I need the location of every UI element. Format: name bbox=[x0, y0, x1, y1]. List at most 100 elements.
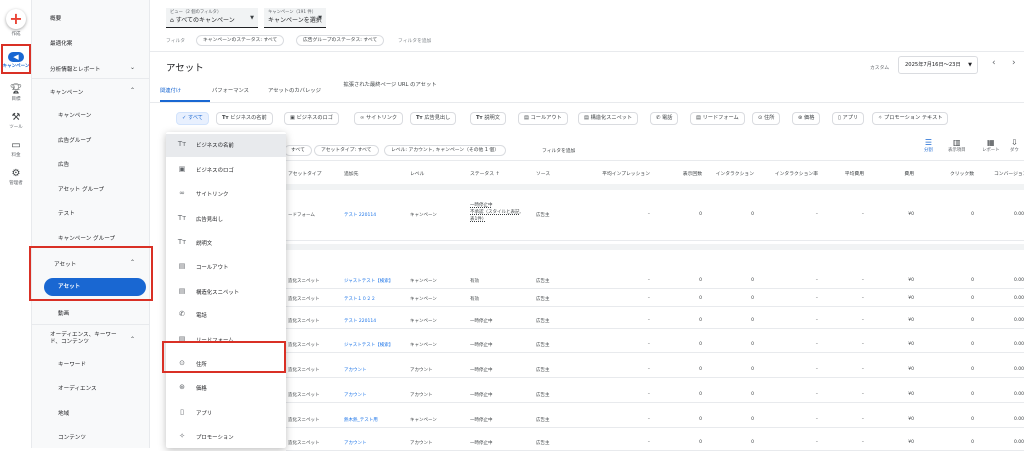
sidebar-item-video[interactable]: 動画 bbox=[58, 309, 69, 317]
next-period-button[interactable]: › bbox=[1012, 58, 1016, 68]
sidebar-item-campaigns[interactable]: キャンペーン bbox=[58, 111, 91, 119]
asset-type-chip-logo[interactable]: ▣ ビジネスのロゴ bbox=[284, 112, 339, 125]
filter-chip-asset-type[interactable]: アセットタイプ: すべて bbox=[314, 145, 379, 156]
table-cell-target[interactable]: テスト 220114 bbox=[344, 318, 376, 324]
asset-type-chip-headline[interactable]: Tт 広告見出し bbox=[410, 112, 457, 125]
tab-performance[interactable]: パフォーマンス bbox=[212, 86, 249, 94]
column-header[interactable]: アセットタイプ bbox=[288, 170, 321, 177]
column-header[interactable]: 表示回数 bbox=[656, 170, 702, 177]
menu-item[interactable]: Tт ビジネスの名前 bbox=[166, 134, 286, 157]
sidebar-item-ads[interactable]: 広告 bbox=[58, 160, 69, 168]
sidebar-item-locations[interactable]: 地域 bbox=[58, 409, 69, 417]
sidebar-item-test[interactable]: テスト bbox=[58, 209, 75, 217]
sidebar-item-audiences[interactable]: オーディエンス bbox=[58, 384, 97, 392]
create-button[interactable]: + bbox=[6, 9, 26, 29]
menu-item[interactable]: Tт 広告見出し bbox=[166, 208, 286, 231]
asset-type-chip-promotion[interactable]: ✧ プロモーション テキスト bbox=[872, 112, 949, 125]
table-cell-target[interactable]: アカウント bbox=[344, 392, 367, 398]
table-cell-target[interactable]: ジャストテスト【検索】 bbox=[344, 278, 393, 284]
column-header[interactable]: クリック数 bbox=[934, 170, 974, 177]
sidebar-item-ad-groups[interactable]: 広告グループ bbox=[58, 136, 91, 144]
table-cell-source: 広告主 bbox=[536, 393, 550, 398]
chevron-up-icon[interactable]: ⌃ bbox=[130, 87, 135, 94]
chevron-down-icon[interactable]: ⌄ bbox=[130, 64, 135, 71]
segment-button[interactable]: ☰ 分割 bbox=[924, 138, 933, 153]
menu-item[interactable]: Tт 説明文 bbox=[166, 232, 286, 255]
menu-item[interactable]: ✆ 電話 bbox=[166, 304, 286, 327]
table-cell-target[interactable]: アカウント bbox=[344, 440, 367, 446]
table-cell-target[interactable]: 熱木熱_テスト用 bbox=[344, 417, 378, 423]
table-cell-type: 造化スニペット bbox=[288, 343, 320, 348]
column-header[interactable]: ステータス ↑ bbox=[470, 170, 500, 177]
sidebar-item-overview[interactable]: 概要 bbox=[50, 14, 61, 22]
asset-type-chip-description[interactable]: Tт 説明文 bbox=[470, 112, 506, 125]
rail-goals[interactable]: 🏆︎ 目標 bbox=[0, 84, 32, 102]
tab-final-url-assets[interactable]: 拡張された最終ページ URL のアセット bbox=[342, 82, 438, 89]
tab-associations[interactable]: 関連付け bbox=[160, 86, 181, 94]
asset-type-chip-all[interactable]: ✓ すべて bbox=[176, 112, 209, 125]
table-cell-target[interactable]: テスト 220114 bbox=[344, 212, 376, 218]
sidebar-item-recommendations[interactable]: 最適化案 bbox=[50, 39, 72, 47]
asset-type-chip-lead-form[interactable]: ▤ リードフォーム bbox=[690, 112, 745, 125]
table-cell-target[interactable]: テスト１０２２ bbox=[344, 296, 376, 302]
sidebar-item-asset-groups[interactable]: アセット グループ bbox=[58, 185, 104, 193]
campaign-dropdown[interactable]: キャンペーン（191 件） キャンペーンを選択 ▼ bbox=[264, 8, 326, 28]
menu-item[interactable]: ∞ サイトリンク bbox=[166, 183, 286, 206]
column-header[interactable]: コンバージョン bbox=[994, 170, 1024, 177]
column-header[interactable]: インタラクション bbox=[706, 170, 754, 177]
menu-item-label: 価格 bbox=[196, 386, 207, 392]
sidebar-group-campaigns[interactable]: キャンペーン bbox=[50, 88, 83, 96]
asset-type-chip-business-name[interactable]: Tт ビジネスの名前 bbox=[216, 112, 273, 125]
menu-item[interactable]: ▯ アプリ bbox=[166, 402, 286, 425]
chevron-up-icon[interactable]: ⌃ bbox=[130, 336, 135, 343]
tab-asset-coverage[interactable]: アセットのカバレッジ bbox=[268, 86, 321, 94]
reports-button[interactable]: ▦ レポート bbox=[982, 138, 1000, 153]
sidebar-item-content[interactable]: コンテンツ bbox=[58, 433, 86, 441]
add-filter-link[interactable]: フィルタを追加 bbox=[398, 37, 431, 44]
column-header[interactable]: 平均インプレッション bbox=[588, 170, 650, 177]
column-header[interactable]: ソース bbox=[536, 170, 550, 177]
sidebar-item-campaign-groups[interactable]: キャンペーン グループ bbox=[58, 234, 115, 242]
sidebar-group-audiences[interactable]: オーディエンス、キーワード、コンテンツ bbox=[50, 332, 126, 346]
menu-item[interactable]: ▤ コールアウト bbox=[166, 256, 286, 279]
filter-chip-level[interactable]: レベル: アカウント, キャンペーン（その他 1 個） bbox=[384, 145, 506, 156]
column-header[interactable]: レベル bbox=[410, 170, 424, 177]
sidebar-item-insights[interactable]: 分析情報とレポート bbox=[50, 65, 100, 73]
chip-label: 広告見出し bbox=[424, 115, 451, 121]
table-cell-status: 一時停止中 bbox=[470, 368, 493, 373]
campaign-status-chip[interactable]: キャンペーンのステータス: すべて bbox=[196, 35, 285, 46]
asset-type-chip-snippet[interactable]: ▤ 構造化スニペット bbox=[578, 112, 639, 125]
previous-period-button[interactable]: ‹ bbox=[992, 58, 996, 68]
asset-type-chip-price[interactable]: ⊛ 価格 bbox=[792, 112, 821, 125]
column-header[interactable]: 費用 bbox=[888, 170, 914, 177]
sidebar-item-keywords[interactable]: キーワード bbox=[58, 360, 86, 368]
menu-item[interactable]: ✧ プロモーション bbox=[166, 426, 286, 449]
asset-type-chip-sitelink[interactable]: ∞ サイトリンク bbox=[354, 112, 404, 125]
column-header[interactable]: 追加先 bbox=[344, 170, 358, 177]
column-header[interactable]: 平均費用 bbox=[824, 170, 864, 177]
menu-item[interactable]: ▤ 構造化スニペット bbox=[166, 281, 286, 304]
menu-item[interactable]: ⊛ 価格 bbox=[166, 377, 286, 400]
asset-type-chip-app[interactable]: ▯ アプリ bbox=[832, 112, 865, 125]
table-cell-target[interactable]: アカウント bbox=[344, 367, 367, 373]
rail-admin[interactable]: ⚙ 管理者 bbox=[0, 168, 32, 186]
asset-type-chip-location[interactable]: ⊙ 住所 bbox=[752, 112, 781, 125]
view-dropdown[interactable]: ビュー（2 個のフィルタ） ⌂ すべてのキャンペーン ▼ bbox=[166, 8, 258, 28]
asset-type-chip-callout[interactable]: ▤ コールアウト bbox=[518, 112, 568, 125]
divider bbox=[150, 102, 1024, 103]
filter-chip-all[interactable]: すべて bbox=[284, 145, 312, 156]
adgroup-status-chip[interactable]: 広告グループのステータス: すべて bbox=[296, 35, 385, 46]
rail-billing[interactable]: ▭ 料金 bbox=[0, 140, 32, 158]
table-cell-clicks: 0 bbox=[971, 367, 974, 372]
asset-type-chip-phone[interactable]: ✆ 電話 bbox=[650, 112, 679, 125]
date-range-picker[interactable]: 2025年7月16日～23日 ▼ bbox=[898, 56, 978, 74]
columns-button[interactable]: ▥ 表示項目 bbox=[948, 138, 966, 153]
chip-label: 価格 bbox=[804, 115, 815, 121]
rail-tools[interactable]: ⚒ ツール bbox=[0, 112, 32, 130]
column-header[interactable]: インタラクション率 bbox=[758, 170, 818, 177]
divider bbox=[32, 78, 150, 79]
menu-item[interactable]: ▣ ビジネスのロゴ bbox=[166, 159, 286, 182]
download-button[interactable]: ⇩ ダウ bbox=[1010, 138, 1019, 153]
table-cell-target[interactable]: ジャストテスト【検索】 bbox=[344, 342, 393, 348]
add-filter-link[interactable]: フィルタを追加 bbox=[542, 147, 575, 154]
